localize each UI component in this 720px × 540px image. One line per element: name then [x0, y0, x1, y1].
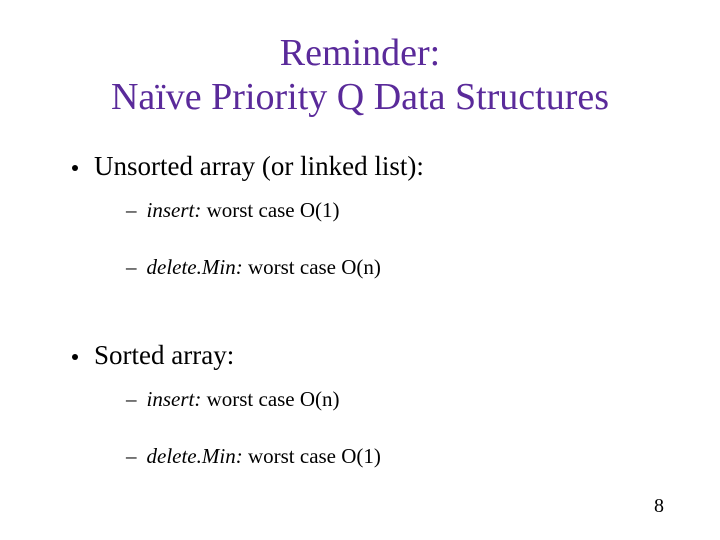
op-name: delete.Min:	[147, 444, 243, 468]
dash-icon: –	[126, 198, 137, 223]
op-name: delete.Min:	[147, 255, 243, 279]
dash-icon: –	[126, 444, 137, 469]
bullet-dot-icon	[72, 354, 78, 360]
op-rest: worst case O(1)	[243, 444, 381, 468]
subbullet-text: insert: worst case O(n)	[147, 387, 340, 412]
bullet-unsorted-array: Unsorted array (or linked list):	[72, 151, 670, 182]
dash-icon: –	[126, 387, 137, 412]
page-number: 8	[654, 495, 664, 518]
subbullet-text: delete.Min: worst case O(n)	[147, 255, 381, 280]
slide-title: Reminder: Naïve Priority Q Data Structur…	[50, 32, 670, 119]
op-rest: worst case O(n)	[201, 387, 339, 411]
dash-icon: –	[126, 255, 137, 280]
bullet-dot-icon	[72, 165, 78, 171]
subbullet-insert-o1: – insert: worst case O(1)	[126, 198, 670, 223]
spacer	[50, 312, 670, 340]
title-line-1: Reminder:	[280, 32, 440, 74]
op-rest: worst case O(n)	[243, 255, 381, 279]
op-name: insert:	[147, 387, 202, 411]
op-rest: worst case O(1)	[201, 198, 339, 222]
subbullet-insert-on: – insert: worst case O(n)	[126, 387, 670, 412]
subbullet-text: insert: worst case O(1)	[147, 198, 340, 223]
subbullet-text: delete.Min: worst case O(1)	[147, 444, 381, 469]
op-name: insert:	[147, 198, 202, 222]
slide: Reminder: Naïve Priority Q Data Structur…	[0, 0, 720, 540]
bullet-sorted-array: Sorted array:	[72, 340, 670, 371]
bullet-label: Unsorted array (or linked list):	[94, 151, 424, 182]
subbullet-deletemin-o1: – delete.Min: worst case O(1)	[126, 444, 670, 469]
title-line-2: Naïve Priority Q Data Structures	[111, 76, 609, 118]
subbullet-deletemin-on: – delete.Min: worst case O(n)	[126, 255, 670, 280]
bullet-label: Sorted array:	[94, 340, 234, 371]
